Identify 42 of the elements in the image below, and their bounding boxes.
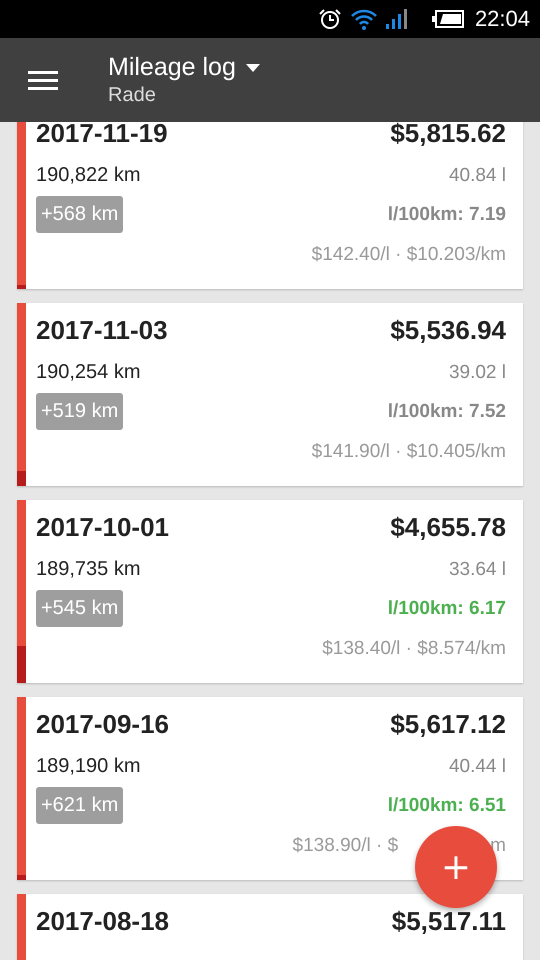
dropdown-caret-icon[interactable] [246,64,260,72]
distance-badge: +519 km [36,393,124,430]
alarm-clock-icon [316,7,343,31]
cost-details: $142.40/l · $10.203/km [312,244,506,266]
odometer-reading: 189,190 km [36,755,141,778]
consumption-value: l/100km: 7.19 [388,204,506,226]
consumption-value: l/100km: 7.52 [388,400,506,422]
distance-badge: +621 km [36,787,124,824]
consumption-value: l/100km: 6.51 [388,794,506,816]
entry-date: 2017-11-19 [36,122,168,149]
app-title[interactable]: Mileage log [108,53,236,82]
log-entry-card[interactable]: 2017-10-01 $4,655.78 189,735 km 33.64 l +545 km l/100km: 6.17 $138.40/l · $8.574/km [17,500,523,683]
entry-date: 2017-08-18 [36,906,169,937]
cost-details: $138.90/l · $ [292,835,398,857]
wifi-icon [348,7,379,31]
entry-date: 2017-09-16 [36,709,169,740]
fuel-amount: 33.64 l [448,558,506,580]
total-price: $5,617.12 [390,709,506,740]
fuel-amount: 40.44 l [448,756,506,778]
consumption-value: l/100km: 6.17 [388,598,506,620]
log-entry-card[interactable]: 2017-11-19 $5,815.62 190,822 km 40.84 l +568 km l/100km: 7.19 $142.40/l · $10.203/km [17,122,523,289]
clock-time: 22:04 [474,6,530,32]
entry-date: 2017-10-01 [36,512,169,543]
distance-badge: +545 km [36,590,124,627]
fuel-amount: 39.02 l [448,362,506,384]
battery-icon [430,7,465,31]
cost-details: $141.90/l · $10.405/km [312,441,506,463]
distance-badge: +568 km [36,196,124,233]
cost-details: $138.40/l · $8.574/km [322,638,506,660]
total-price: $4,655.78 [390,512,506,543]
total-price: $5,815.62 [390,122,506,149]
total-price: $5,536.94 [390,315,506,346]
log-entry-card[interactable]: 2017-11-03 $5,536.94 190,254 km 39.02 l +519 km l/100km: 7.52 $141.90/l · $10.405/km [17,303,523,486]
log-entry-card[interactable]: 2017-08-18 $5,517.11 [17,894,523,960]
entry-date: 2017-11-03 [36,315,168,346]
odometer-reading: 189,735 km [36,558,141,581]
odometer-reading: 190,822 km [36,164,141,187]
menu-icon[interactable] [28,69,58,91]
odometer-reading: 190,254 km [36,361,141,384]
fuel-amount: 40.84 l [448,164,506,186]
vehicle-name: Rade [108,84,157,107]
total-price: $5,517.11 [392,906,506,937]
